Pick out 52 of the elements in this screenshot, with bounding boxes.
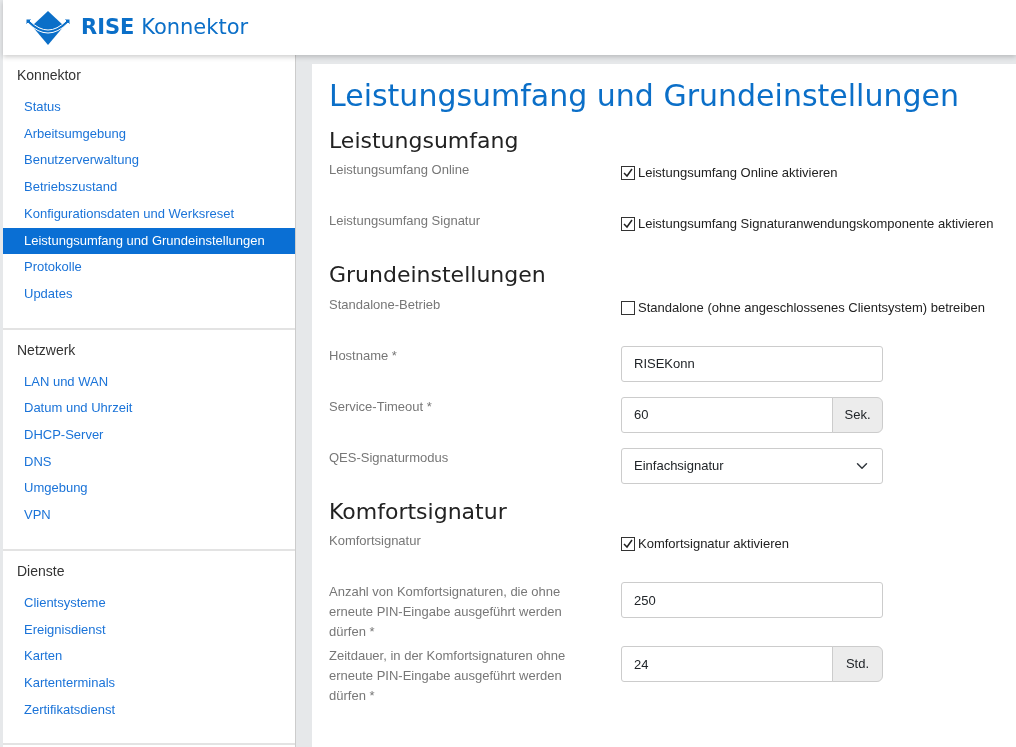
unit-label: Std. <box>832 646 883 683</box>
sidebar-item[interactable]: Clientsysteme <box>3 589 295 617</box>
text-field[interactable]: 250 <box>621 582 883 619</box>
sidebar-item[interactable]: Arbeitsumgebung <box>3 120 295 148</box>
checkbox-label: Komfortsignatur aktivieren <box>638 535 789 554</box>
sidebar-heading: Dienste <box>16 561 66 581</box>
sidebar-heading: Netzwerk <box>16 340 77 360</box>
sidebar-item[interactable]: DHCP-Server <box>3 422 295 449</box>
sidebar-item[interactable]: Konfigurationsdaten und Werksreset <box>3 200 295 228</box>
sidebar-item[interactable]: LAN und WAN <box>3 368 295 396</box>
field-label: Service-Timeout * <box>329 397 433 416</box>
checkbox-label: Leistungsumfang Signaturanwendungskomponente aktivieren <box>638 215 994 234</box>
field-label: QES-Signaturmodus <box>329 448 450 467</box>
sidebar-item[interactable]: Benutzerverwaltung <box>3 147 295 175</box>
field-label: Standalone-Betrieb <box>329 295 442 314</box>
sidebar-item[interactable]: Status <box>3 94 295 121</box>
sidebar-item[interactable]: Ereignisdienst <box>3 616 295 644</box>
sidebar-item[interactable]: VPN <box>3 502 295 529</box>
unit-label: Sek. <box>832 396 883 433</box>
section-heading: Leistungsumfang <box>329 128 520 155</box>
page-title: Leistungsumfang und Grundeinstellungen <box>329 78 960 114</box>
checkbox[interactable] <box>621 536 635 551</box>
sidebar-item[interactable]: Betriebszustand <box>3 174 295 201</box>
sidebar-item[interactable]: Umgebung <box>3 475 295 503</box>
sidebar-item[interactable]: Karten <box>3 643 295 670</box>
checkbox[interactable] <box>621 300 635 315</box>
sidebar-heading: Konnektor <box>16 66 82 85</box>
checkbox-label: Standalone (ohne angeschlossenes Clientsystem) betreiben <box>638 298 985 317</box>
number-field[interactable]: 24 <box>621 646 833 683</box>
sidebar-item[interactable]: Protokolle <box>3 254 295 281</box>
sidebar-item[interactable]: Kartenterminals <box>3 669 295 697</box>
section-heading: Grundeinstellungen <box>329 262 547 289</box>
checkbox[interactable] <box>621 217 635 232</box>
field-label: Leistungsumfang Online <box>329 161 471 180</box>
field-label: Komfortsignatur <box>329 532 422 551</box>
number-field[interactable]: 60 <box>621 396 833 433</box>
brand-name: RISE Konnektor <box>81 13 249 41</box>
sidebar-item[interactable]: Datum und Uhrzeit <box>3 395 295 423</box>
select-field[interactable]: Einfachsignatur <box>621 447 883 484</box>
sidebar-item[interactable]: Leistungsumfang und Grundeinstellungen <box>3 227 295 255</box>
field-label: Zeitdauer, in der Komfortsignaturen ohne erneute PIN-Eingabe ausgeführt werden dürfen * <box>329 647 567 706</box>
sidebar-item[interactable]: DNS <box>3 448 295 476</box>
sidebar-item[interactable]: Zertifikatsdienst <box>3 696 295 724</box>
field-label: Anzahl von Komfortsignaturen, die ohne erneute PIN-Eingabe ausgeführt werden dürfen * <box>329 583 563 642</box>
logo-icon <box>23 8 73 47</box>
field-label: Hostname * <box>329 346 398 365</box>
sidebar-item[interactable]: Updates <box>3 280 295 308</box>
text-field[interactable]: RISEKonn <box>621 345 883 382</box>
section-heading: Komfortsignatur <box>329 498 508 526</box>
checkbox[interactable] <box>621 166 635 181</box>
checkbox-label: Leistungsumfang Online aktivieren <box>638 164 838 183</box>
field-label: Leistungsumfang Signatur <box>329 212 482 231</box>
